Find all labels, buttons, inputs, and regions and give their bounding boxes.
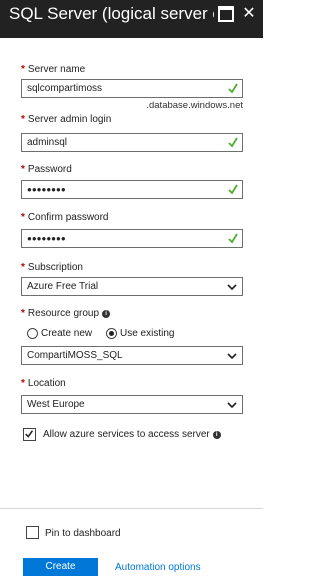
password-input[interactable]: ●●●●●●●● (21, 180, 243, 199)
admin-login-group: * Server admin login adminsql (21, 114, 243, 152)
subscription-select[interactable]: Azure Free Trial (21, 277, 243, 296)
resource-group-value: CompartiMOSS_SQL (27, 350, 123, 361)
blade-header: SQL Server (logical server o... ✕ (0, 0, 263, 38)
password-label: * Password (21, 164, 243, 175)
admin-login-input[interactable]: adminsql (21, 133, 243, 152)
required-marker: * (21, 308, 25, 319)
password-group: * Password ●●●●●●●● (21, 164, 243, 199)
automation-options-link[interactable]: Automation options (115, 562, 201, 573)
maximize-icon[interactable] (218, 6, 234, 22)
confirm-password-label-text: Confirm password (27, 212, 109, 223)
subscription-label-text: Subscription (27, 262, 83, 273)
required-marker: * (21, 164, 25, 175)
checkmark-icon (228, 137, 238, 148)
checkmark-icon (228, 83, 238, 94)
checkmark-icon (228, 233, 238, 244)
location-label-text: Location (27, 378, 66, 389)
admin-login-label-text: Server admin login (27, 114, 112, 125)
pin-to-dashboard-checkbox[interactable] (26, 526, 39, 539)
server-name-input[interactable]: sqlcompartimoss (21, 79, 243, 98)
info-icon[interactable]: i (102, 310, 111, 318)
server-name-suffix: .database.windows.net (146, 100, 243, 111)
checkmark-icon (228, 184, 238, 195)
allow-azure-label-text: Allow azure services to access server (43, 429, 210, 440)
pin-to-dashboard-label[interactable]: Pin to dashboard (45, 528, 121, 539)
use-existing-label[interactable]: Use existing (120, 328, 174, 339)
chevron-down-icon (227, 402, 237, 409)
info-icon[interactable]: i (212, 431, 221, 439)
checkmark-icon (25, 430, 34, 438)
chevron-down-icon (227, 284, 237, 291)
footer-divider (0, 508, 263, 509)
confirm-password-input[interactable]: ●●●●●●●● (21, 229, 243, 248)
subscription-value: Azure Free Trial (27, 281, 99, 292)
create-button[interactable]: Create (23, 558, 98, 576)
subscription-label: * Subscription (21, 262, 243, 273)
server-name-group: * Server name sqlcompartimoss .database.w… (21, 64, 243, 111)
close-icon[interactable]: ✕ (241, 6, 257, 22)
password-label-text: Password (27, 164, 72, 175)
server-name-label: * Server name (21, 64, 243, 75)
password-value: ●●●●●●●● (27, 185, 66, 194)
required-marker: * (21, 262, 25, 273)
admin-login-label: * Server admin login (21, 114, 243, 125)
resource-group-select[interactable]: CompartiMOSS_SQL (21, 346, 243, 365)
confirm-password-group: * Confirm password ●●●●●●●● (21, 212, 243, 248)
location-select[interactable]: West Europe (21, 395, 243, 414)
chevron-down-icon (227, 353, 237, 360)
server-name-label-text: Server name (27, 64, 86, 75)
create-new-label[interactable]: Create new (41, 328, 92, 339)
confirm-password-label: * Confirm password (21, 212, 243, 223)
allow-azure-checkbox[interactable] (23, 428, 36, 441)
use-existing-radio[interactable] (106, 328, 117, 339)
location-group: * Location West Europe (21, 378, 243, 414)
location-label: * Location (21, 378, 243, 389)
subscription-group: * Subscription Azure Free Trial (21, 262, 243, 296)
admin-login-value: adminsql (27, 137, 68, 148)
allow-azure-label: Allow azure services to access server i (43, 429, 221, 440)
server-name-value: sqlcompartimoss (27, 83, 103, 94)
confirm-password-value: ●●●●●●●● (27, 234, 66, 243)
location-value: West Europe (27, 399, 85, 410)
blade-title: SQL Server (logical server o... (9, 4, 214, 23)
required-marker: * (21, 212, 25, 223)
create-new-radio[interactable] (27, 328, 38, 339)
resource-group-label-text: Resource group (27, 308, 100, 319)
required-marker: * (21, 378, 25, 389)
resource-group-label: * Resource group i (21, 308, 243, 319)
required-marker: * (21, 114, 25, 125)
resource-group-group: * Resource group i (21, 308, 243, 319)
required-marker: * (21, 64, 25, 75)
